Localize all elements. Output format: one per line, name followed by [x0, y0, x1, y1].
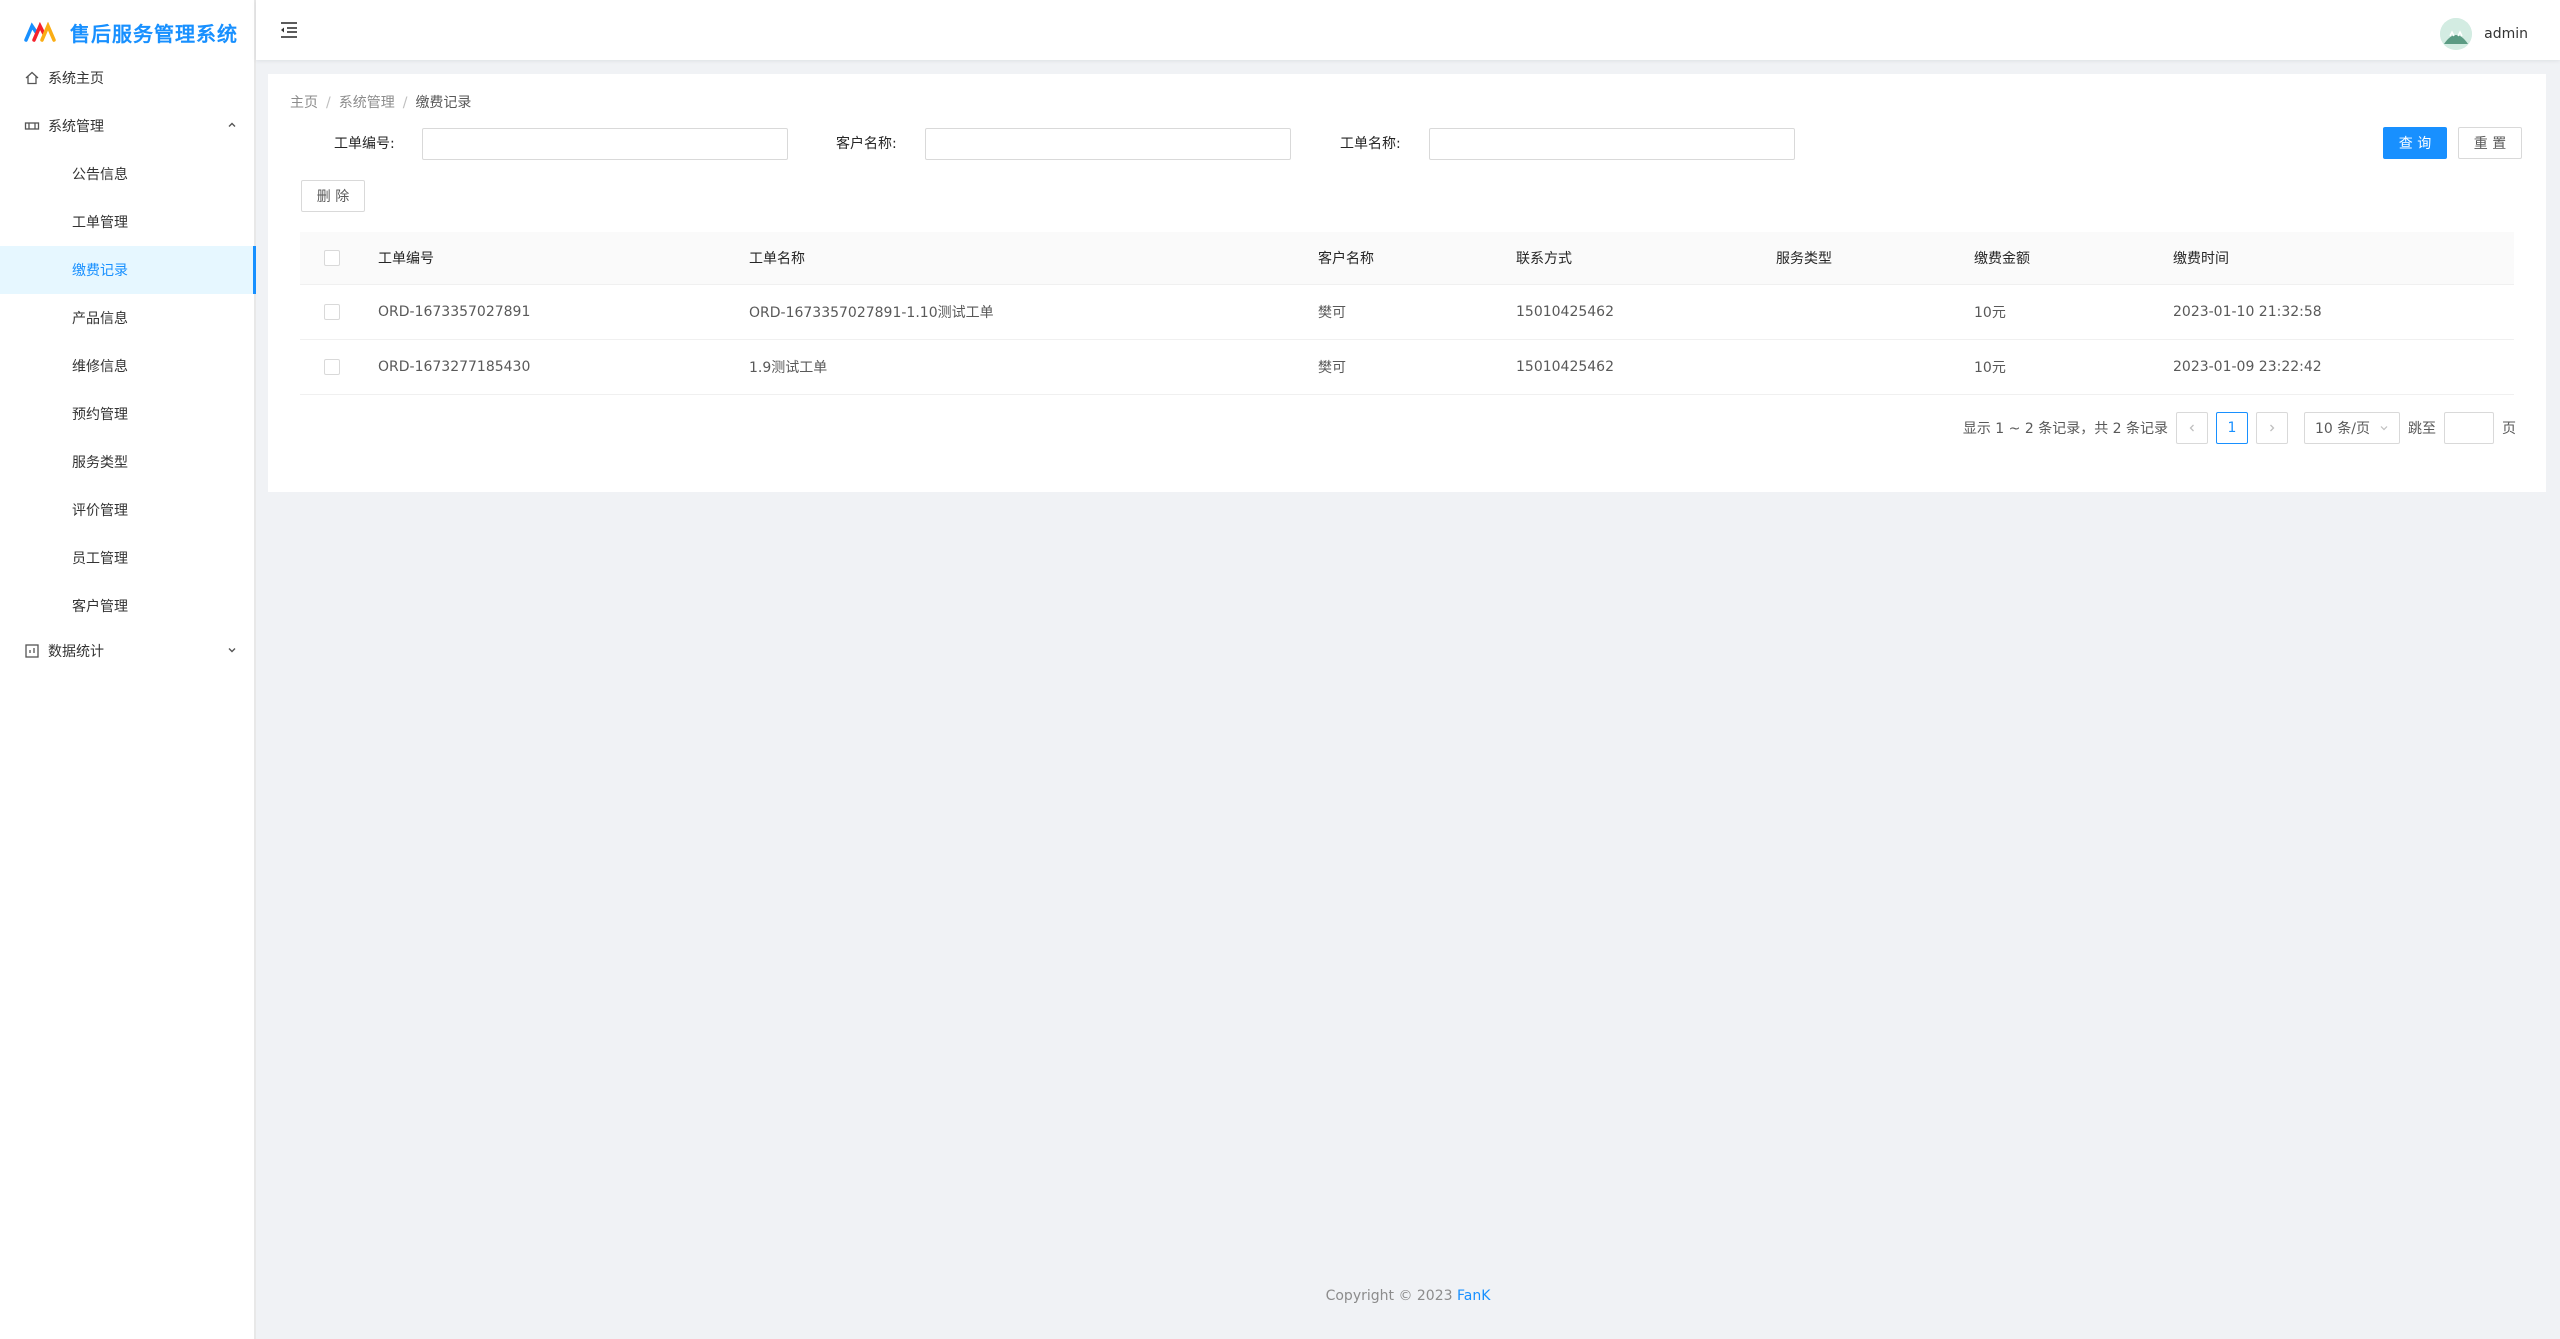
pagination-summary: 显示 1 ~ 2 条记录，共 2 条记录	[1962, 421, 2168, 437]
row-checkbox[interactable]	[324, 340, 340, 394]
breadcrumb-home[interactable]: 主页	[290, 95, 318, 111]
select-all-checkbox[interactable]	[324, 232, 340, 284]
column-header: 工单名称	[749, 251, 805, 267]
table-cell: 15010425462	[1516, 304, 1614, 320]
delete-button[interactable]: 删 除	[301, 180, 365, 212]
column-header: 工单编号	[378, 251, 434, 267]
breadcrumb: 主页 / 系统管理 / 缴费记录	[290, 95, 472, 111]
sidebar-item-3[interactable]: 产品信息	[0, 294, 254, 342]
chart-icon	[24, 643, 40, 659]
column-header: 缴费金额	[1974, 251, 2030, 267]
sidebar-item-label: 公告信息	[72, 167, 128, 183]
sidebar-item-5[interactable]: 预约管理	[0, 390, 254, 438]
sidebar-item-6[interactable]: 服务类型	[0, 438, 254, 486]
breadcrumb-current: 缴费记录	[415, 95, 472, 111]
breadcrumb-system[interactable]: 系统管理	[339, 95, 395, 111]
sidebar-group-label: 数据统计	[48, 644, 104, 660]
sidebar-item-label: 产品信息	[72, 311, 128, 327]
reset-button[interactable]: 重 置	[2458, 127, 2522, 159]
content-card: 主页 / 系统管理 / 缴费记录 工单编号: 客户名称: 工单名称: 查 询 重 置 删…	[268, 74, 2546, 492]
table-cell: ORD-1673357027891	[378, 304, 531, 320]
table-cell: 1.9测试工单	[749, 360, 828, 376]
author-link[interactable]: FanK	[1457, 1288, 1490, 1304]
column-header: 缴费时间	[2173, 251, 2229, 267]
sidebar-item-2[interactable]: 缴费记录	[0, 246, 256, 294]
table-cell: 樊可	[1318, 360, 1346, 376]
page-unit-label: 页	[2502, 421, 2516, 437]
table-cell: ORD-1673277185430	[378, 359, 531, 375]
copyright-text: Copyright © 2023	[1325, 1288, 1453, 1304]
sidebar-item-label: 客户管理	[72, 599, 128, 615]
order-no-label: 工单编号:	[334, 136, 395, 152]
pagination: 显示 1 ~ 2 条记录，共 2 条记录 1 10 条/页 跳至 页	[1963, 412, 2516, 444]
sidebar-item-label: 维修信息	[72, 359, 128, 375]
order-name-label: 工单名称:	[1340, 136, 1401, 152]
payment-table: 工单编号 工单名称 客户名称 联系方式 服务类型 缴费金额 缴费时间 ORD-1673357…	[300, 232, 2514, 395]
table-cell: 10元	[1974, 360, 2006, 376]
sidebar-group-label: 系统管理	[48, 119, 104, 135]
footer: Copyright © 2023 FanK	[256, 1288, 2560, 1304]
customer-name-label: 客户名称:	[836, 136, 897, 152]
settings-icon	[24, 118, 40, 134]
table-cell: 15010425462	[1516, 359, 1614, 375]
sidebar: 售后服务管理系统 系统主页 系统管理 公告信息工单管理缴费记录产品信息维修信息预…	[0, 0, 256, 1339]
menu-fold-icon[interactable]	[278, 19, 300, 41]
app-title: 售后服务管理系统	[70, 21, 238, 46]
sidebar-submenu-system: 公告信息工单管理缴费记录产品信息维修信息预约管理服务类型评价管理员工管理客户管理	[0, 150, 256, 630]
search-button[interactable]: 查 询	[2383, 127, 2447, 159]
avatar	[2440, 18, 2473, 50]
page-size-select[interactable]: 10 条/页	[2304, 412, 2400, 444]
username: admin	[2484, 26, 2528, 42]
table-body: ORD-1673357027891 ORD-1673357027891-1.10测…	[300, 285, 2514, 395]
table-cell: 樊可	[1318, 305, 1346, 321]
sidebar-item-1[interactable]: 工单管理	[0, 198, 254, 246]
sidebar-item-label: 预约管理	[72, 407, 128, 423]
sidebar-group-system[interactable]: 系统管理	[0, 102, 254, 150]
sidebar-item-label: 缴费记录	[72, 263, 128, 279]
prev-page-button[interactable]	[2176, 412, 2208, 444]
sidebar-item-8[interactable]: 员工管理	[0, 534, 254, 582]
home-icon	[24, 70, 40, 86]
sidebar-item-9[interactable]: 客户管理	[0, 582, 254, 630]
sidebar-group-stats[interactable]: 数据统计	[0, 627, 254, 675]
table-row[interactable]: ORD-1673277185430 1.9测试工单 樊可 15010425462 10元…	[300, 340, 2514, 395]
next-page-button[interactable]	[2256, 412, 2288, 444]
table-row[interactable]: ORD-1673357027891 ORD-1673357027891-1.10测…	[300, 285, 2514, 340]
user-menu[interactable]: admin	[2440, 18, 2528, 50]
sidebar-item-label: 员工管理	[72, 551, 128, 567]
logo-icon	[24, 22, 56, 42]
table-cell: 10元	[1974, 305, 2006, 321]
jump-label: 跳至	[2408, 421, 2436, 437]
sidebar-item-label: 评价管理	[72, 503, 128, 519]
order-no-input[interactable]	[422, 128, 788, 160]
table-cell: 2023-01-09 23:22:42	[2173, 359, 2322, 375]
column-header: 客户名称	[1318, 251, 1374, 267]
sidebar-item-label: 服务类型	[72, 455, 128, 471]
sidebar-item-4[interactable]: 维修信息	[0, 342, 254, 390]
sidebar-item-label: 工单管理	[72, 215, 128, 231]
page-button-1[interactable]: 1	[2216, 412, 2248, 444]
table-cell: 2023-01-10 21:32:58	[2173, 304, 2322, 320]
chevron-up-icon	[228, 122, 236, 127]
row-checkbox[interactable]	[324, 285, 340, 339]
chevron-down-icon	[228, 648, 236, 653]
sidebar-item-label: 系统主页	[48, 71, 104, 87]
jump-page-input[interactable]	[2444, 412, 2494, 444]
column-header: 联系方式	[1516, 251, 1572, 267]
customer-name-input[interactable]	[925, 128, 1291, 160]
sidebar-item-0[interactable]: 公告信息	[0, 150, 254, 198]
sidebar-item-home[interactable]: 系统主页	[0, 54, 254, 102]
column-header: 服务类型	[1776, 251, 1832, 267]
sidebar-item-7[interactable]: 评价管理	[0, 486, 254, 534]
table-header: 工单编号 工单名称 客户名称 联系方式 服务类型 缴费金额 缴费时间	[300, 232, 2514, 285]
page-size-value: 10 条/页	[2315, 421, 2370, 437]
chevron-left-icon	[2189, 424, 2194, 432]
table-cell: ORD-1673357027891-1.10测试工单	[749, 305, 994, 321]
order-name-input[interactable]	[1429, 128, 1795, 160]
chevron-down-icon	[2380, 426, 2388, 431]
top-header: admin	[256, 0, 2560, 60]
chevron-right-icon	[2270, 424, 2275, 432]
